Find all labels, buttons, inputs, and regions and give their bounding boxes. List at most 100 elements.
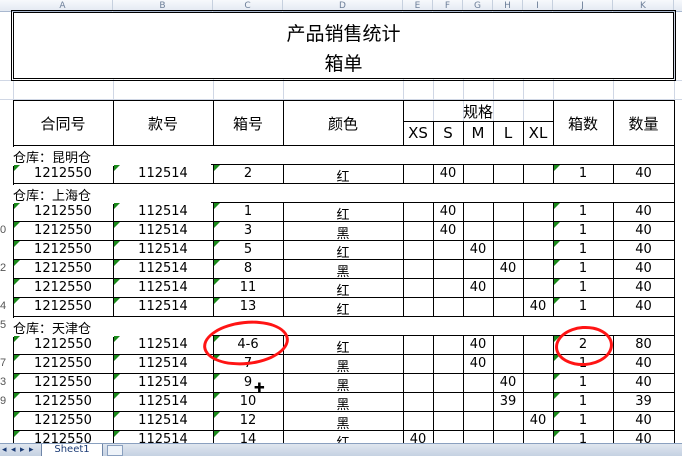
column-header-I[interactable]: I [523, 0, 553, 12]
section-label[interactable]: 仓库：天津仓 [11, 318, 211, 337]
first-sheet-icon[interactable]: ◂ [2, 445, 7, 455]
cell-color[interactable]: 黑 [283, 413, 403, 432]
cell-box[interactable]: 10 [213, 394, 283, 409]
cell-contract[interactable]: 1212550 [13, 299, 113, 314]
header-size-s[interactable]: S [433, 124, 463, 142]
cell-boxes[interactable]: 1 [553, 242, 613, 257]
cell-qty[interactable]: 40 [613, 280, 674, 295]
row-number[interactable]: 9 [0, 395, 9, 407]
cell-style[interactable]: 112514 [113, 223, 213, 238]
cell-l[interactable]: 40 [493, 375, 523, 390]
cell-style[interactable]: 112514 [113, 356, 213, 371]
prev-sheet-icon[interactable]: ◂ [11, 445, 16, 455]
header-size-xl[interactable]: XL [523, 124, 553, 142]
last-sheet-icon[interactable]: ▸ [29, 445, 34, 455]
column-header-G[interactable]: G [463, 0, 493, 12]
cell-color[interactable]: 红 [283, 204, 403, 223]
cell-s[interactable]: 40 [433, 223, 463, 238]
cell-box[interactable]: 12 [213, 413, 283, 428]
header-size-xs[interactable]: XS [403, 124, 433, 142]
cell-l[interactable]: 40 [493, 261, 523, 276]
cell-contract[interactable]: 1212550 [13, 223, 113, 238]
cell-qty[interactable]: 40 [613, 166, 674, 181]
cell-box[interactable]: 1 [213, 204, 283, 219]
cell-m[interactable]: 40 [463, 356, 493, 371]
cell-boxes[interactable]: 1 [553, 204, 613, 219]
cell-box[interactable]: 14 [213, 432, 283, 443]
cell-qty[interactable]: 40 [613, 432, 674, 443]
next-sheet-icon[interactable]: ▸ [20, 445, 25, 455]
cell-box[interactable]: 9 [213, 375, 283, 390]
cell-s[interactable]: 40 [433, 166, 463, 181]
cell-qty[interactable]: 40 [613, 299, 674, 314]
column-header-A[interactable]: A [13, 0, 113, 12]
cell-color[interactable]: 黑 [283, 375, 403, 394]
cell-style[interactable]: 112514 [113, 299, 213, 314]
column-header-H[interactable]: H [493, 0, 523, 12]
cell-color[interactable]: 黑 [283, 223, 403, 242]
cell-contract[interactable]: 1212550 [13, 280, 113, 295]
column-header-F[interactable]: F [433, 0, 463, 12]
cell-contract[interactable]: 1212550 [13, 337, 113, 352]
cell-box[interactable]: 5 [213, 242, 283, 257]
cell-style[interactable]: 112514 [113, 280, 213, 295]
header-box-no[interactable]: 箱号 [213, 113, 283, 134]
title-cell[interactable]: 产品销售统计 箱单 [11, 10, 676, 81]
cell-color[interactable]: 黑 [283, 261, 403, 280]
cell-qty[interactable]: 39 [613, 394, 674, 409]
header-size-m[interactable]: M [463, 124, 493, 142]
cell-box[interactable]: 8 [213, 261, 283, 276]
cell-qty[interactable]: 40 [613, 261, 674, 276]
column-header-K[interactable]: K [613, 0, 674, 12]
cell-style[interactable]: 112514 [113, 413, 213, 428]
cell-style[interactable]: 112514 [113, 166, 213, 181]
cell-contract[interactable]: 1212550 [13, 394, 113, 409]
cell-style[interactable]: 112514 [113, 375, 213, 390]
header-color[interactable]: 颜色 [283, 113, 403, 134]
cell-boxes[interactable]: 1 [553, 223, 613, 238]
cell-boxes[interactable]: 1 [553, 375, 613, 390]
cell-contract[interactable]: 1212550 [13, 204, 113, 219]
cell-style[interactable]: 112514 [113, 432, 213, 443]
cell-qty[interactable]: 40 [613, 356, 674, 371]
row-number[interactable]: 2 [0, 262, 9, 274]
cell-m[interactable]: 40 [463, 280, 493, 295]
cell-qty[interactable]: 40 [613, 242, 674, 257]
cell-color[interactable]: 黑 [283, 356, 403, 375]
cell-boxes[interactable]: 1 [553, 432, 613, 443]
cell-xl[interactable]: 40 [523, 413, 553, 428]
cell-boxes[interactable]: 1 [553, 280, 613, 295]
cell-box[interactable]: 13 [213, 299, 283, 314]
cell-s[interactable]: 40 [433, 204, 463, 219]
cell-boxes[interactable]: 1 [553, 413, 613, 428]
row-number[interactable]: 0 [0, 224, 9, 236]
row-number[interactable]: 7 [0, 357, 9, 369]
cell-boxes[interactable]: 1 [553, 261, 613, 276]
cell-boxes[interactable]: 1 [553, 166, 613, 181]
cell-style[interactable]: 112514 [113, 261, 213, 276]
cell-box[interactable]: 11 [213, 280, 283, 295]
spreadsheet-grid[interactable]: ABCDEFGHIJK 产品销售统计 箱单 合同号 款号 箱号 颜色 箱数 数量 规格 XS S… [0, 0, 682, 443]
cell-qty[interactable]: 40 [613, 223, 674, 238]
cell-qty[interactable]: 40 [613, 413, 674, 428]
section-label[interactable]: 仓库：上海仓 [11, 185, 211, 204]
row-number[interactable]: 3 [0, 376, 9, 388]
cell-color[interactable]: 红 [283, 337, 403, 356]
header-size-l[interactable]: L [493, 124, 523, 142]
section-label[interactable]: 仓库：昆明仓 [11, 147, 211, 166]
cell-style[interactable]: 112514 [113, 242, 213, 257]
cell-contract[interactable]: 1212550 [13, 375, 113, 390]
cell-boxes[interactable]: 1 [553, 394, 613, 409]
cell-contract[interactable]: 1212550 [13, 413, 113, 428]
cell-xl[interactable]: 40 [523, 299, 553, 314]
cell-color[interactable]: 红 [283, 280, 403, 299]
column-header-D[interactable]: D [283, 0, 403, 12]
cell-contract[interactable]: 1212550 [13, 166, 113, 181]
cell-m[interactable]: 40 [463, 337, 493, 352]
cell-box[interactable]: 2 [213, 166, 283, 181]
row-number[interactable]: 4 [0, 300, 9, 312]
header-quantity[interactable]: 数量 [613, 113, 674, 134]
cell-qty[interactable]: 40 [613, 204, 674, 219]
new-sheet-icon[interactable] [107, 445, 123, 456]
cell-color[interactable]: 红 [283, 242, 403, 261]
